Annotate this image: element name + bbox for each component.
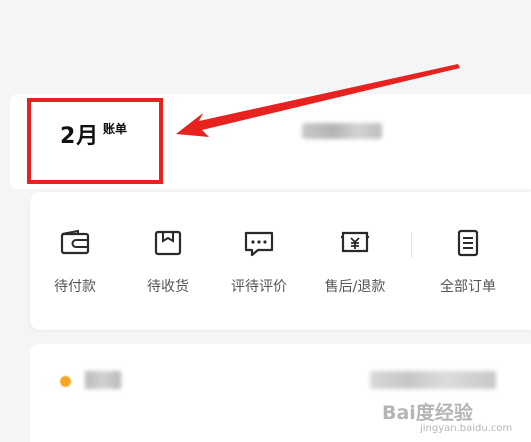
order-all[interactable]: 全部订单: [423, 228, 513, 298]
order-pending-receipt-label: 待收货: [147, 279, 189, 295]
order-all-label: 全部订单: [440, 279, 496, 295]
watermark-text: Bai度经验: [382, 402, 473, 424]
watermark-sub: jingyan.baidu.com: [420, 423, 513, 434]
annotation-highlight-box: [27, 98, 163, 184]
divider: [411, 232, 412, 258]
order-pending-review-label: 评待评价: [231, 279, 287, 295]
order-pending-review[interactable]: 评待评价: [214, 228, 304, 298]
order-pending-payment[interactable]: 待付款: [30, 228, 120, 298]
blurred-text-right: [370, 371, 496, 389]
comment-icon: [244, 231, 274, 257]
wallet-icon: [60, 229, 90, 255]
refund-icon: [341, 231, 369, 253]
package-icon: [154, 230, 182, 256]
top-background: [0, 0, 531, 95]
status-dot-icon: [60, 376, 71, 387]
blurred-text-left: [85, 371, 121, 389]
order-pending-receipt[interactable]: 待收货: [123, 228, 213, 298]
order-pending-payment-label: 待付款: [54, 279, 96, 295]
blurred-bill-summary: [302, 123, 382, 139]
order-after-sales-label: 售后/退款: [324, 279, 386, 295]
baidu-watermark: Bai度经验 jingyan.baidu.com: [382, 398, 512, 434]
order-after-sales[interactable]: 售后/退款: [310, 228, 400, 298]
order-list-icon: [457, 229, 479, 257]
